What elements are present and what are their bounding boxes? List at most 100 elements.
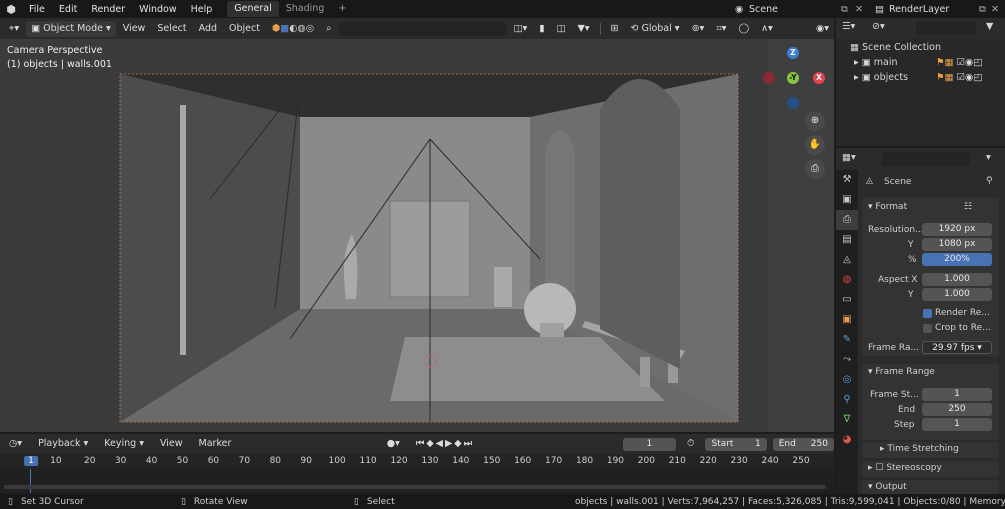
outliner-item-main[interactable]: ▸ ▣ main ⚑▦ ☑◉◰ — [854, 57, 1004, 68]
object-tab-icon[interactable]: ▣ — [836, 310, 858, 330]
close-icon[interactable]: ✕ — [855, 4, 867, 15]
pivot-icon[interactable]: ⊚▾ — [687, 21, 710, 37]
tab-general[interactable]: General — [227, 1, 279, 17]
aspect-y-field[interactable]: 1.000 — [922, 288, 992, 301]
menu-help[interactable]: Help — [184, 4, 220, 15]
close-layer-icon[interactable]: ✕ — [991, 4, 1005, 15]
frame-range-header[interactable]: ▾ Frame Range — [868, 367, 935, 377]
view-layers-icon[interactable]: ◫▾ — [508, 21, 532, 37]
playback-controls[interactable]: ⏮◆◀▶◆⏭ — [411, 436, 479, 452]
marker-menu[interactable]: Marker — [194, 436, 237, 452]
scene-selector[interactable]: Scene — [749, 4, 841, 15]
record-icon[interactable]: ●▾ — [382, 436, 405, 452]
particles-tab-icon[interactable]: ⤳ — [836, 350, 858, 370]
falloff-icon[interactable]: ∧▾ — [756, 21, 778, 37]
properties-options-icon[interactable]: ▾ — [986, 152, 991, 163]
add-workspace-button[interactable]: + — [331, 1, 353, 17]
overlay-toggle-icon[interactable]: ◫ — [551, 21, 570, 37]
outliner-search[interactable] — [916, 21, 976, 35]
stopwatch-icon[interactable]: ⏱ — [682, 436, 699, 452]
resolution-x-field[interactable]: 1920 px — [922, 223, 992, 236]
modifier-tab-icon[interactable]: ✎ — [836, 330, 858, 350]
current-frame-field[interactable]: 1 — [622, 437, 677, 451]
zoom-icon[interactable]: ⊕ — [805, 111, 825, 131]
preset-list-icon[interactable]: ☷ — [964, 202, 972, 212]
crop-checkbox[interactable] — [923, 324, 932, 333]
menu-object[interactable]: Object — [224, 21, 265, 37]
orientation-dropdown[interactable]: ⟲ Global ▾ — [625, 21, 684, 37]
render-region-checkbox[interactable] — [923, 309, 932, 318]
menu-view[interactable]: View — [118, 21, 151, 37]
frame-step-field[interactable]: 1 — [922, 418, 992, 431]
copy-icon[interactable]: ⧉ — [841, 4, 855, 15]
tool-tab-icon[interactable]: ⚒ — [836, 170, 858, 190]
snap-icon[interactable]: ⌗▾ — [711, 21, 731, 37]
pin-icon[interactable]: ⚲ — [986, 176, 993, 186]
header-search-field[interactable] — [338, 21, 507, 36]
outliner-funnel-icon[interactable]: ▼ — [986, 21, 993, 32]
start-frame-field[interactable]: Start 1 — [705, 437, 767, 451]
x-axis-gizmo[interactable]: X — [813, 72, 825, 84]
mode-dropdown[interactable]: ▣ Object Mode ▾ — [26, 20, 116, 37]
menu-edit[interactable]: Edit — [52, 4, 84, 15]
clock-icon[interactable]: ◷▾ — [4, 436, 27, 452]
proportional-edit-icon[interactable]: ◯ — [733, 21, 754, 37]
collection-tab-icon[interactable]: ▭ — [836, 290, 858, 310]
aspect-x-field[interactable]: 1.000 — [922, 273, 992, 286]
select-mode-icons[interactable]: ⬢■◐◍◎ — [267, 21, 319, 37]
properties-editor-icon[interactable]: ▦▾ — [842, 152, 856, 163]
timeline-scrollbar[interactable] — [4, 485, 826, 489]
copy-layer-icon[interactable]: ⧉ — [979, 4, 991, 15]
filter-icon[interactable]: ▼▾ — [572, 21, 594, 37]
properties-search[interactable] — [882, 152, 970, 166]
outliner-editor-icon[interactable]: ☰▾ — [842, 21, 855, 32]
bookmark-icon[interactable]: ▮ — [534, 21, 549, 37]
render-tab-icon[interactable]: ▣ — [836, 190, 858, 210]
neg-x-axis-gizmo[interactable] — [763, 72, 775, 84]
pan-hand-icon[interactable]: ✋ — [805, 135, 825, 155]
frame-rate-dropdown[interactable]: 29.97 fps ▾ — [922, 341, 992, 354]
visibility-icon[interactable]: ◉▾ — [811, 21, 834, 37]
objects-icons[interactable]: ⚑▦ ☑◉◰ — [936, 72, 982, 83]
playback-menu[interactable]: Playback ▾ — [33, 436, 93, 452]
3d-viewport[interactable]: Camera Perspective (1) objects | walls.0… — [0, 39, 834, 432]
resolution-percentage-field[interactable]: 200% — [922, 253, 992, 266]
playhead-line[interactable] — [30, 469, 31, 493]
z-axis-gizmo[interactable]: Z — [787, 47, 799, 59]
frame-end-field[interactable]: 250 — [922, 403, 992, 416]
output-tab-icon[interactable]: ⎙ — [836, 210, 858, 230]
keying-menu[interactable]: Keying ▾ — [99, 436, 149, 452]
frame-start-field[interactable]: 1 — [922, 388, 992, 401]
view-layer-tab-icon[interactable]: ▤ — [836, 230, 858, 250]
material-tab-icon[interactable]: ◕ — [836, 430, 858, 450]
frame-ruler[interactable]: 1 10 20 30 40 50 60 70 80 90 100 110 120 130 140 150 160… — [0, 454, 834, 469]
main-icons[interactable]: ⚑▦ ☑◉◰ — [936, 57, 982, 68]
time-stretching-header[interactable]: ▸ Time Stretching — [880, 444, 959, 454]
neg-z-axis-gizmo[interactable] — [787, 97, 799, 109]
timeline-view-menu[interactable]: View — [155, 436, 188, 452]
physics-tab-icon[interactable]: ◎ — [836, 370, 858, 390]
stereoscopy-header[interactable]: ▸ ☐ Stereoscopy — [868, 463, 942, 473]
y-axis-gizmo[interactable]: -Y — [787, 72, 799, 84]
format-panel-header[interactable]: ▾ Format — [868, 202, 907, 212]
resolution-y-field[interactable]: 1080 px — [922, 238, 992, 251]
timeline-track[interactable] — [0, 469, 834, 493]
view-layer-selector[interactable]: RenderLayer — [889, 4, 979, 15]
menu-render[interactable]: Render — [84, 4, 132, 15]
outliner-item-objects[interactable]: ▸ ▣ objects ⚑▦ ☑◉◰ — [854, 72, 1004, 83]
menu-file[interactable]: File — [22, 4, 52, 15]
scene-tab-icon[interactable]: ◬ — [836, 250, 858, 270]
editor-type-icon[interactable]: ⌖▾ — [4, 21, 24, 37]
output-header[interactable]: ▾ Output — [868, 482, 907, 492]
tab-shading[interactable]: Shading — [279, 1, 332, 17]
constraints-tab-icon[interactable]: ⚲ — [836, 390, 858, 410]
blender-logo-icon[interactable]: ⬢ — [0, 3, 22, 16]
outliner-filter-icon[interactable]: ⊘▾ — [872, 21, 885, 32]
transform-pivot-icon[interactable]: ⊞ — [606, 21, 624, 37]
data-tab-icon[interactable]: ∇ — [836, 410, 858, 430]
menu-add[interactable]: Add — [194, 21, 222, 37]
camera-view-icon[interactable]: ⎙ — [805, 159, 825, 179]
world-tab-icon[interactable]: ◍ — [836, 270, 858, 290]
search-icon[interactable]: ⌕ — [321, 21, 336, 37]
end-frame-field[interactable]: End 250 — [772, 437, 834, 451]
